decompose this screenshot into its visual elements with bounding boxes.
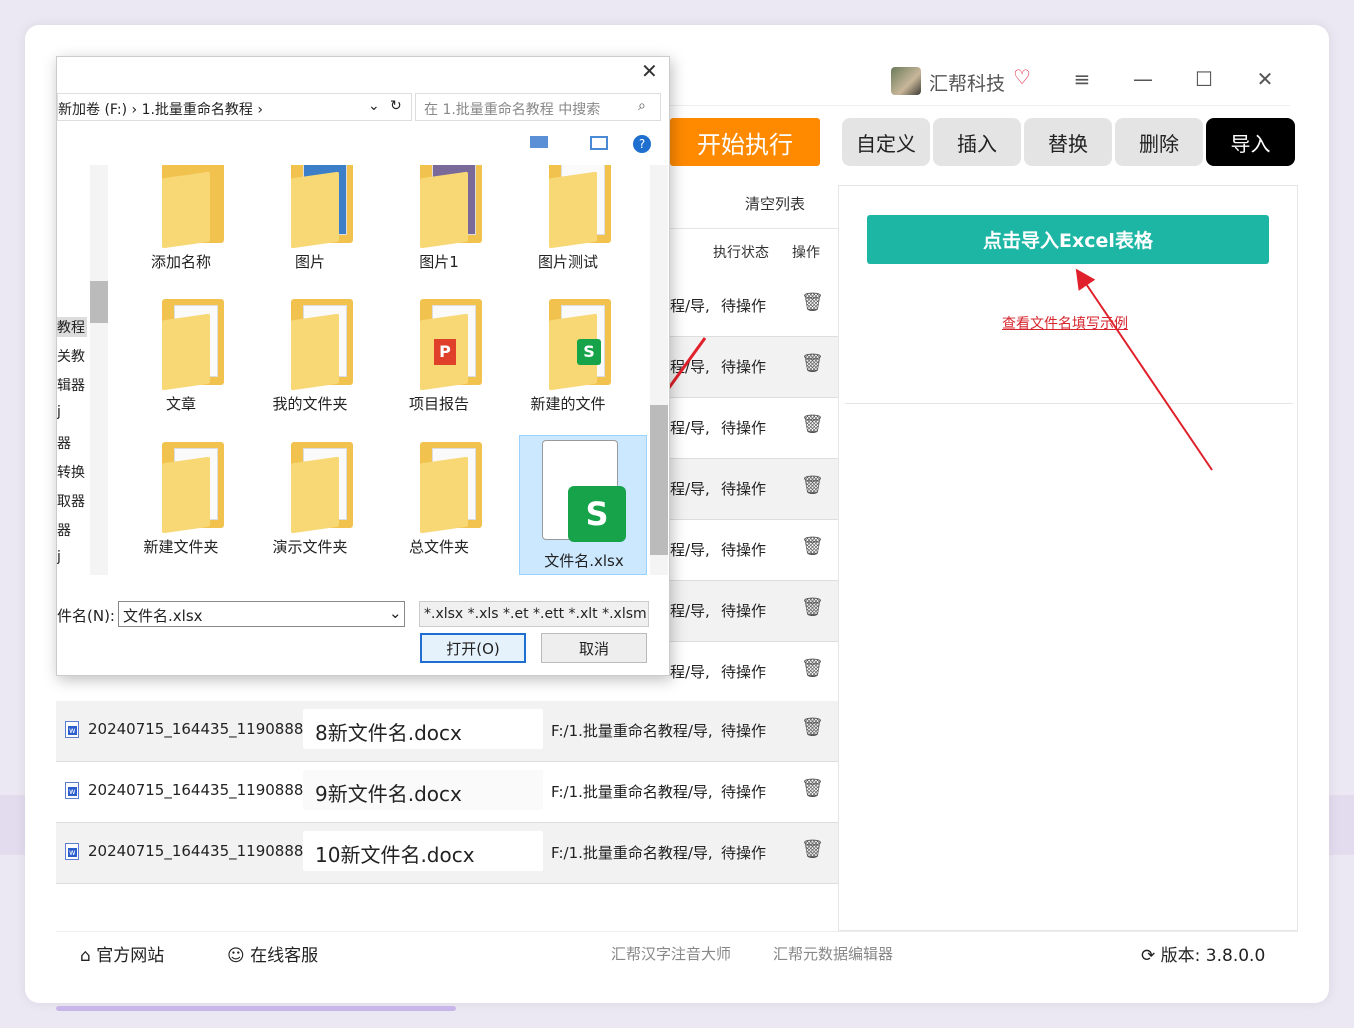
arrow: [1075, 268, 1213, 471]
open-button[interactable]: 打开(O): [420, 633, 526, 663]
filename-input[interactable]: 文件名.xlsx ⌄: [118, 601, 405, 627]
chevron-down-icon[interactable]: ⌄: [368, 98, 380, 114]
nav-item[interactable]: 取器: [57, 491, 85, 511]
cancel-button[interactable]: 取消: [541, 633, 647, 663]
search-placeholder: 在 1.批量重命名教程 中搜索: [424, 102, 601, 118]
folder-item[interactable]: 总文件夹: [375, 432, 503, 572]
item-label: 新建文件夹: [143, 538, 219, 556]
folder-icon: [162, 165, 224, 249]
folder-item[interactable]: 图片: [246, 165, 374, 287]
folder-item[interactable]: P 项目报告: [375, 289, 503, 429]
folder-icon: [291, 165, 353, 249]
scroll-thumb[interactable]: [90, 281, 108, 323]
folder-item[interactable]: S 新建的文件: [504, 289, 632, 429]
item-label: 总文件夹: [408, 538, 469, 556]
view-icon[interactable]: [530, 136, 548, 148]
folder-icon: [162, 299, 224, 391]
filetype-select[interactable]: *.xlsx *.xls *.et *.ett *.xlt *.xlsm: [419, 601, 649, 627]
nav-item[interactable]: 器: [57, 520, 71, 540]
folder-item[interactable]: 图片测试: [504, 165, 632, 287]
file-open-dialog: ✕ 新加卷 (F:) › 1.批量重命名教程 › ⌄ ↻ 在 1.批量重命名教程…: [56, 56, 670, 676]
chevron-down-icon[interactable]: ⌄: [389, 604, 402, 622]
item-label: 我的文件夹: [272, 395, 348, 413]
folder-item[interactable]: 我的文件夹: [246, 289, 374, 429]
help-icon[interactable]: ?: [633, 135, 651, 153]
folder-icon: [162, 442, 224, 534]
refresh-icon[interactable]: ↻: [390, 98, 402, 114]
filename-label: 件名(N):: [57, 607, 115, 625]
folder-item[interactable]: 图片1: [375, 165, 503, 287]
breadcrumb-drive[interactable]: 新加卷 (F:): [58, 102, 127, 118]
nav-item[interactable]: j: [57, 549, 61, 565]
item-label: 项目报告: [408, 395, 469, 413]
item-label: 文件名.xlsx: [544, 552, 624, 570]
nav-scrollbar[interactable]: [90, 165, 108, 575]
nav-item[interactable]: 转换: [57, 462, 85, 482]
folder-item[interactable]: 添加名称: [117, 165, 245, 287]
address-bar[interactable]: 新加卷 (F:) › 1.批量重命名教程 › ⌄ ↻: [57, 93, 412, 121]
nav-item[interactable]: 器: [57, 433, 71, 453]
item-label: 图片测试: [537, 253, 598, 271]
item-label: 文章: [165, 395, 196, 413]
filename-value: 文件名.xlsx: [123, 607, 203, 625]
item-label: 添加名称: [150, 253, 211, 271]
chevron-right-icon: ›: [257, 102, 263, 118]
folder-icon: [291, 442, 353, 534]
folder-item[interactable]: 新建文件夹: [117, 432, 245, 572]
nav-item[interactable]: 关教: [57, 346, 85, 366]
folder-icon: S: [549, 299, 611, 391]
breadcrumb-folder[interactable]: 1.批量重命名教程: [142, 102, 253, 118]
item-label: 新建的文件: [530, 395, 606, 413]
nav-item[interactable]: 教程: [57, 317, 87, 337]
item-label: 图片1: [419, 253, 459, 271]
folder-icon: [420, 442, 482, 534]
folder-item[interactable]: 文章: [117, 289, 245, 429]
folder-icon: [291, 299, 353, 391]
spreadsheet-badge: S: [568, 486, 626, 542]
chevron-right-icon: ›: [131, 102, 142, 118]
folder-icon: [549, 165, 611, 249]
dialog-close-button[interactable]: ✕: [641, 59, 658, 83]
nav-item[interactable]: 辑器: [57, 375, 85, 395]
grid-scrollbar[interactable]: [650, 165, 668, 575]
xlsx-file-item[interactable]: S 文件名.xlsx: [519, 435, 647, 575]
item-label: 图片: [294, 253, 325, 271]
item-label: 演示文件夹: [272, 538, 348, 556]
preview-pane-icon[interactable]: [590, 136, 608, 150]
search-icon: ⌕: [638, 98, 646, 114]
nav-item[interactable]: j: [57, 404, 61, 420]
folder-icon: [420, 165, 482, 249]
search-input[interactable]: 在 1.批量重命名教程 中搜索 ⌕: [415, 93, 661, 121]
file-grid: 添加名称 图片 图片1 图片测试 文章 我的文件夹 P 项目报告 S 新建的文件: [109, 165, 649, 575]
folder-item[interactable]: 演示文件夹: [246, 432, 374, 572]
folder-icon: P: [420, 299, 482, 391]
scroll-thumb[interactable]: [650, 405, 668, 555]
